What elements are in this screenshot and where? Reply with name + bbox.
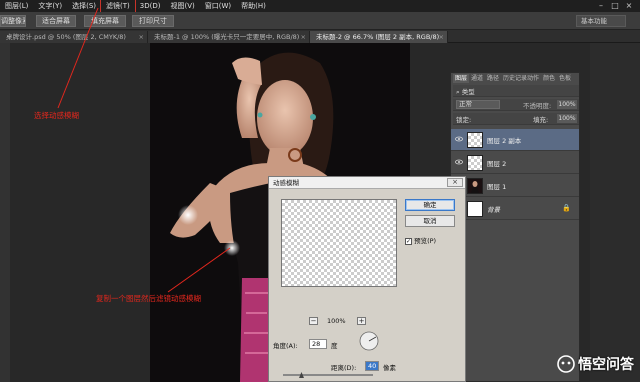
wukong-logo-icon xyxy=(557,355,575,373)
annotation-copy-layer: 复制一个图层然后滤镜动感模糊 xyxy=(96,294,201,303)
annotation-select-blur: 选择动感模糊 xyxy=(34,111,79,120)
watermark: 悟空问答 xyxy=(557,354,634,374)
watermark-text: 悟空问答 xyxy=(578,357,634,373)
annotation-arrows xyxy=(57,7,231,293)
